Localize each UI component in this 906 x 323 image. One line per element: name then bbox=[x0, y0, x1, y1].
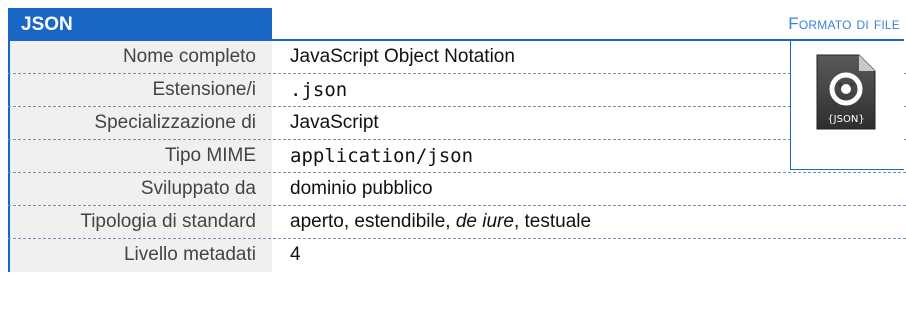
infobox-category: Formato di file bbox=[788, 14, 900, 33]
row-label-mime: MIME bbox=[206, 145, 256, 166]
file-format-infobox: JSON Formato di file Nome completo JavaS… bbox=[0, 0, 906, 323]
row-value: .json bbox=[290, 79, 348, 101]
infobox-header: JSON Formato di file bbox=[0, 0, 906, 41]
row-label-main: Tipo bbox=[164, 145, 207, 166]
row-standard-type: Tipologia di standard aperto, estendibil… bbox=[8, 206, 906, 239]
row-label: Estensione/i bbox=[8, 74, 272, 106]
row-value: 4 bbox=[290, 244, 301, 265]
row-metadata-level: Livello metadati 4 bbox=[8, 239, 906, 272]
infobox-rows: Nome completo JavaScript Object Notation… bbox=[8, 41, 906, 272]
row-mime-type: Tipo MIME application/json bbox=[8, 140, 906, 173]
value-part: aperto, estendibile, bbox=[290, 211, 456, 232]
infobox-title: JSON bbox=[8, 8, 272, 41]
row-label: Nome completo bbox=[8, 41, 272, 73]
value-part: , testuale bbox=[513, 211, 592, 232]
row-label: Specializzazione di bbox=[8, 107, 272, 139]
row-value: dominio pubblico bbox=[290, 178, 433, 199]
row-developer: Sviluppato da dominio pubblico bbox=[8, 173, 906, 206]
file-icon-box: {JSON} bbox=[790, 41, 904, 170]
row-full-name: Nome completo JavaScript Object Notation bbox=[8, 41, 906, 74]
json-file-icon: {JSON} bbox=[816, 54, 876, 130]
icon-badge-text: {JSON} bbox=[827, 114, 864, 125]
value-part-italic: de iure bbox=[455, 211, 514, 232]
row-label: Tipologia di standard bbox=[8, 206, 272, 238]
row-value: JavaScript bbox=[290, 112, 379, 133]
row-label: Sviluppato da bbox=[8, 173, 272, 205]
row-label: Tipo MIME bbox=[8, 140, 272, 172]
row-extension: Estensione/i .json bbox=[8, 74, 906, 107]
row-value: application/json bbox=[290, 145, 474, 167]
row-specialization: Specializzazione di JavaScript bbox=[8, 107, 906, 140]
row-label: Livello metadati bbox=[8, 239, 272, 272]
row-value: JavaScript Object Notation bbox=[290, 46, 515, 67]
row-value: aperto, estendibile, de iure, testuale bbox=[290, 206, 591, 238]
